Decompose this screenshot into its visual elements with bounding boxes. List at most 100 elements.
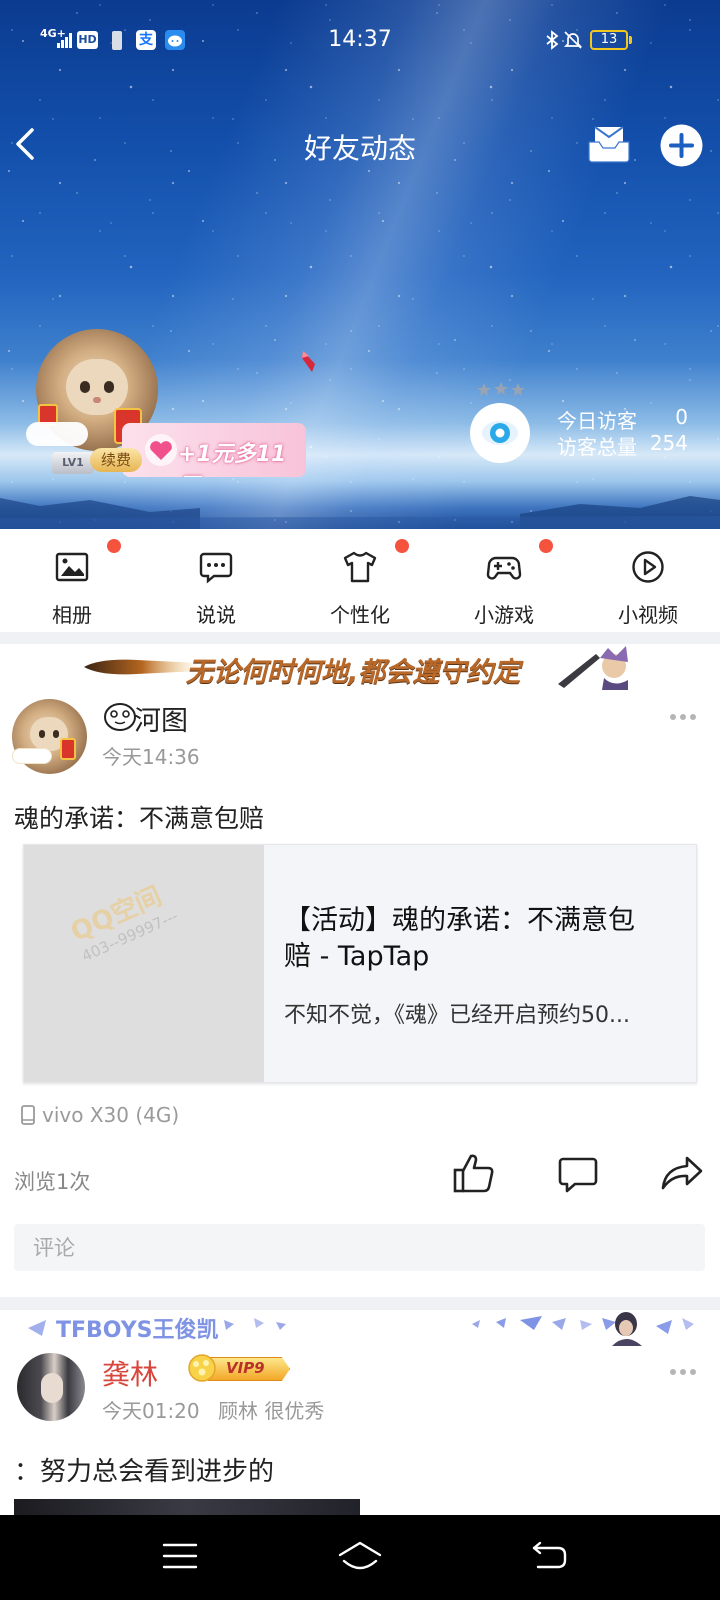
link-title: 【活动】魂的承诺：不满意包赔 - TapTap [284,905,635,972]
visitors-total-value: 254 [649,431,688,455]
battery-level: 13 [600,32,618,47]
plus-icon[interactable] [660,124,703,167]
triangle-decoration [472,1316,616,1330]
cloud-decoration [26,422,88,446]
dot-glyph [670,1369,676,1375]
emoji-face-icon [104,703,136,731]
promo-banner[interactable]: +1元多11天 [122,423,306,477]
link-card[interactable]: QQ空间 403--99997--- 【活动】魂的承诺：不满意包赔 - TapT… [23,844,697,1083]
banner-2-text: TFBOYS王俊凯 [56,1318,219,1343]
system-nav-bar [0,1515,720,1600]
mail-icon[interactable] [588,124,630,164]
portrait-graphic [612,1312,642,1346]
bluetooth-icon [546,30,559,50]
back-icon[interactable] [12,126,40,162]
play-circle-icon [632,551,664,583]
nav-label: 相册 [52,603,92,627]
back-nav-icon[interactable] [528,1540,568,1572]
nav-item-games[interactable]: 小游戏 [432,529,576,632]
triangle-decoration [656,1318,694,1334]
like-icon[interactable] [452,1152,496,1194]
pig-app-icon [165,30,185,50]
screen: 4G+ HD 支 14:37 13 好友动态 +1元多11 LV1 续费 今日访… [0,0,720,1600]
notification-dot [107,539,121,553]
dot-glyph [690,1369,696,1375]
feature-nav: 相册 说说 个性化 小游戏 小视频 [0,529,720,632]
more-options-icon[interactable] [670,1367,700,1377]
visitor-eye-icon[interactable] [469,402,531,464]
avatar-face [41,1373,63,1403]
avatar-cat-eye-right [53,730,59,738]
tshirt-icon [343,551,377,583]
view-count: 浏览1次 [14,1170,91,1194]
nav-item-personalize[interactable]: 个性化 [288,529,432,632]
post-avatar[interactable] [17,1353,85,1421]
device-label: vivo X30 (4G) [42,1103,180,1127]
home-icon[interactable] [336,1539,384,1573]
menu-icon[interactable] [162,1541,198,1571]
chat-bubble-icon [199,552,233,584]
triangle-decoration [224,1318,286,1330]
nav-item-short-video[interactable]: 小视频 [576,529,720,632]
post-author[interactable]: 龚林 [102,1353,158,1393]
status-bar: 4G+ HD 支 14:37 13 [0,0,720,80]
post-author[interactable]: 河图 [134,699,188,738]
clock: 14:37 [328,27,392,52]
nav-label: 说说 [196,603,236,627]
renew-button[interactable]: 续费 [90,448,142,472]
promo-text: +1元多11天 [178,442,287,477]
link-thumbnail: QQ空间 403--99997--- [24,845,264,1082]
dot-glyph [670,714,676,720]
dot-glyph [690,714,696,720]
nav-item-shuoshuo[interactable]: 说说 [144,529,288,632]
notification-dot [539,539,553,553]
post-time: 今天01:20 [102,1399,200,1423]
avatar-cat-eye-right [104,381,114,393]
dot-glyph [680,1369,686,1375]
vip-badge[interactable]: VIP9 [186,1353,290,1383]
nav-item-album[interactable]: 相册 [0,529,144,632]
post-meta: 顾林 很优秀 [218,1399,325,1423]
more-options-icon[interactable] [670,712,700,722]
link-description: 不知不觉，《魂》已经开启预约50... [284,1003,630,1028]
notification-dot [395,539,409,553]
section-divider [0,632,720,644]
visitors-today-value: 0 [675,405,688,429]
bell-off-icon [563,31,583,49]
vip-level: VIP9 [226,1359,265,1377]
battery-small-icon [112,31,122,50]
nav-label: 个性化 [330,603,390,627]
horizon-silhouette [0,496,720,529]
visitor-stars-icon [477,382,525,396]
post-image[interactable] [14,1499,360,1515]
crown-icon [188,1354,216,1382]
avatar-cat-eye-left [80,381,90,393]
avatar-cat-face [66,359,128,415]
battery-icon: 13 [590,30,628,50]
comment-box [14,1224,705,1271]
feed-banner-1[interactable]: 无论何时何地,都会遵守约定 [0,644,720,690]
nav-label: 小视频 [618,603,678,627]
page-title: 好友动态 [303,132,416,165]
album-icon [55,552,89,582]
banner-1-text: 无论何时何地,都会遵守约定 [186,657,521,688]
section-divider [0,1297,720,1310]
feed-banner-2[interactable]: TFBOYS王俊凯 [0,1310,720,1346]
post-time: 今天14:36 [102,745,200,769]
alipay-icon: 支 [136,30,156,50]
nav-label: 小游戏 [474,603,534,627]
dot-glyph [680,714,686,720]
share-icon[interactable] [660,1155,704,1193]
level-badge: LV1 [52,452,94,474]
phone-icon [21,1105,35,1125]
gem-decoration [302,351,315,372]
signal-icon [57,33,72,48]
triangle-decoration [28,1320,46,1336]
comment-input[interactable] [14,1224,705,1271]
comment-icon[interactable] [558,1155,598,1195]
red-envelope-decoration [60,738,76,760]
avatar-cat-nose [93,397,101,403]
post-text: 魂的承诺：不满意包赔 [14,804,265,833]
avatar-cat-eye-left [39,730,45,738]
battery-nub [629,36,632,44]
